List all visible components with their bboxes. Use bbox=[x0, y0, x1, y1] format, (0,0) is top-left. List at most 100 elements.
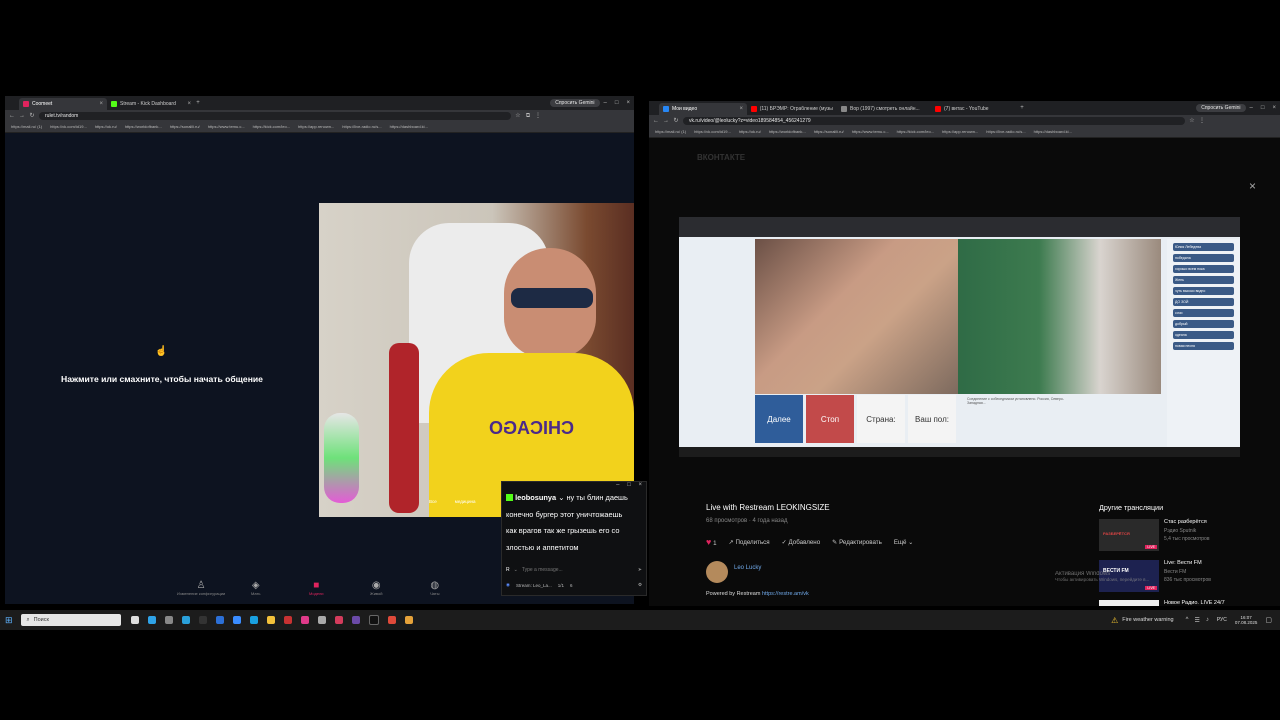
folder-icon[interactable] bbox=[267, 616, 276, 624]
app-icon[interactable] bbox=[284, 616, 293, 624]
new-tab-icon[interactable]: + bbox=[195, 100, 201, 106]
nav-models[interactable]: ■ Модели bbox=[309, 580, 324, 596]
bookmark-item[interactable]: https://live-radio.ru/s... bbox=[342, 124, 381, 129]
vk-logo[interactable]: ВКОНТАКТЕ bbox=[697, 153, 745, 162]
extensions-icon[interactable]: ⧉ bbox=[525, 113, 531, 119]
chat-username[interactable]: leobosunya bbox=[515, 493, 556, 502]
bookmark-item[interactable]: https://kick.com/leo... bbox=[897, 129, 934, 134]
bookmark-item[interactable]: https://ok.ru/ bbox=[739, 129, 761, 134]
tab-thief-movie[interactable]: Вор (1997) смотреть онлайн... bbox=[837, 103, 931, 115]
bookmark-item[interactable]: https://app.renown... bbox=[298, 124, 334, 129]
windows-start-icon[interactable]: ⊞ bbox=[5, 615, 13, 626]
bookmark-item[interactable]: https://live-radio.ru/s... bbox=[986, 129, 1025, 134]
minimize-icon[interactable]: – bbox=[616, 482, 619, 488]
bookmark-item[interactable]: https://mail.ru/ (1) bbox=[655, 129, 686, 134]
bookmark-item[interactable]: https://sonalili.ru/ bbox=[814, 129, 844, 134]
added-button[interactable]: ✓ Добавлено bbox=[782, 539, 821, 546]
bookmark-item[interactable]: https://dashboard.ki... bbox=[1034, 129, 1072, 134]
tray-chevron-icon[interactable]: ^ bbox=[1186, 617, 1189, 623]
tab-youtube-1[interactable]: (11) БРЭМР: Ограбление (музы... bbox=[747, 103, 837, 115]
back-icon[interactable]: ← bbox=[9, 113, 15, 119]
close-window-icon[interactable]: × bbox=[1272, 105, 1276, 111]
tab-coomeet[interactable]: Coomeet × bbox=[19, 98, 107, 110]
bookmark-item[interactable]: https://vk.com/id19... bbox=[50, 124, 87, 129]
app-icon[interactable] bbox=[352, 616, 361, 624]
bookmark-star-icon[interactable]: ☆ bbox=[1189, 118, 1195, 124]
video-player[interactable]: Юлия Лебедева победила хорошо всем пока … bbox=[679, 217, 1240, 457]
close-tab-icon[interactable]: × bbox=[739, 106, 743, 112]
skype-icon[interactable] bbox=[250, 616, 259, 624]
tab-kick-dashboard[interactable]: Stream - Kick Dashboard × bbox=[107, 98, 195, 110]
bookmark-item[interactable]: https://www.temu.c... bbox=[208, 124, 245, 129]
telegram-icon[interactable] bbox=[182, 616, 191, 624]
footer-stream[interactable]: Stream: Leo_La... bbox=[516, 583, 552, 588]
maximize-icon[interactable]: □ bbox=[627, 482, 631, 488]
address-input[interactable]: rulet.tv/random bbox=[39, 111, 511, 120]
forward-icon[interactable]: → bbox=[19, 113, 25, 119]
reload-icon[interactable]: ↻ bbox=[673, 118, 679, 124]
bookmark-item[interactable]: https://worldofbank... bbox=[769, 129, 806, 134]
language-indicator[interactable]: РУС bbox=[1217, 617, 1227, 623]
obs-icon[interactable] bbox=[199, 616, 208, 624]
chrome-icon[interactable] bbox=[388, 616, 397, 624]
address-input[interactable]: vk.ru/video/@leolucky?z=video189584854_4… bbox=[683, 116, 1185, 125]
bookmark-item[interactable]: https://vk.com/id19... bbox=[694, 129, 731, 134]
task-view-icon[interactable] bbox=[131, 616, 140, 624]
nav-config[interactable]: ♙ Изменение конфигурации bbox=[177, 580, 225, 596]
menu-icon[interactable]: ⋮ bbox=[1199, 118, 1205, 124]
nav-live[interactable]: ◉ Живой bbox=[370, 580, 382, 596]
menu-icon[interactable]: ⋮ bbox=[535, 113, 541, 119]
new-tab-icon[interactable]: + bbox=[1019, 105, 1025, 111]
app-icon[interactable] bbox=[318, 616, 327, 624]
close-tab-icon[interactable]: × bbox=[99, 101, 103, 107]
close-tab-icon[interactable]: × bbox=[187, 101, 191, 107]
reload-icon[interactable]: ↻ bbox=[29, 113, 35, 119]
ask-gemini-button[interactable]: Спросить Gemini bbox=[550, 99, 600, 107]
chip-med[interactable]: медицина bbox=[455, 499, 476, 504]
bookmark-item[interactable]: https://app.renown... bbox=[942, 129, 978, 134]
taskbar-search[interactable]: ⌕ Поиск bbox=[20, 614, 121, 626]
bookmark-item[interactable]: https://sonalili.ru/ bbox=[170, 124, 200, 129]
chrome-icon[interactable] bbox=[405, 616, 414, 624]
more-button[interactable]: Ещё ⌄ bbox=[894, 539, 914, 546]
like-button[interactable]: ♥ 1 bbox=[706, 537, 717, 547]
bookmark-item[interactable]: https://dashboard.ki... bbox=[390, 124, 428, 129]
settings-icon[interactable]: ⚙ bbox=[638, 582, 642, 588]
side-item[interactable]: РАЗБЕРЁТСЯ LIVE Стас разберётся Рэдио Sp… bbox=[1099, 519, 1269, 551]
bookmark-item[interactable]: https://kick.com/leo... bbox=[253, 124, 290, 129]
send-icon[interactable]: ➤ bbox=[638, 567, 642, 573]
clock[interactable]: 16:07 07.08.2025 bbox=[1235, 615, 1258, 625]
share-button[interactable]: ↗ Поделиться bbox=[729, 539, 770, 546]
start-chat-prompt[interactable]: Нажмите или смахните, чтобы начать общен… bbox=[5, 374, 319, 384]
tab-youtube-2[interactable]: (7) витас - YouTube bbox=[931, 103, 1019, 115]
volume-icon[interactable]: ♪ bbox=[1206, 617, 1209, 623]
nav-chats[interactable]: ◍ Чаты bbox=[430, 580, 440, 596]
minimize-icon[interactable]: – bbox=[1250, 105, 1253, 111]
chip-all[interactable]: Все bbox=[429, 499, 437, 504]
minimize-icon[interactable]: – bbox=[604, 100, 607, 106]
vk-close-viewer-icon[interactable]: × bbox=[1249, 179, 1256, 193]
powered-link[interactable]: https://restre.am/vk bbox=[762, 591, 809, 597]
weather-status[interactable]: Fire weather warning bbox=[1122, 617, 1173, 623]
close-icon[interactable]: × bbox=[638, 482, 642, 488]
bookmark-item[interactable]: https://www.temu.c... bbox=[852, 129, 889, 134]
tiktok-icon[interactable] bbox=[301, 616, 310, 624]
author-avatar[interactable] bbox=[706, 561, 728, 583]
bookmark-item[interactable]: https://worldofbank... bbox=[125, 124, 162, 129]
store-icon[interactable] bbox=[165, 616, 174, 624]
app-icon[interactable] bbox=[335, 616, 344, 624]
close-window-icon[interactable]: × bbox=[626, 100, 630, 106]
edge-icon[interactable] bbox=[148, 616, 157, 624]
bookmark-item[interactable]: https://mail.ru/ (1) bbox=[11, 124, 42, 129]
tab-my-videos[interactable]: Мои видео × bbox=[659, 103, 747, 115]
network-icon[interactable]: ☰ bbox=[1194, 617, 1199, 624]
restream-icon[interactable] bbox=[369, 615, 380, 625]
bookmark-star-icon[interactable]: ☆ bbox=[515, 113, 521, 119]
back-icon[interactable]: ← bbox=[653, 118, 659, 124]
ask-gemini-button[interactable]: Спросить Gemini bbox=[1196, 104, 1246, 112]
side-item[interactable]: Новое Радио. LIVE 24/7 bbox=[1099, 600, 1269, 606]
notification-icon[interactable]: ▢ bbox=[1265, 616, 1272, 624]
forward-icon[interactable]: → bbox=[663, 118, 669, 124]
nav-mat[interactable]: ◈ Мать bbox=[251, 580, 260, 596]
maximize-icon[interactable]: □ bbox=[1261, 105, 1265, 111]
